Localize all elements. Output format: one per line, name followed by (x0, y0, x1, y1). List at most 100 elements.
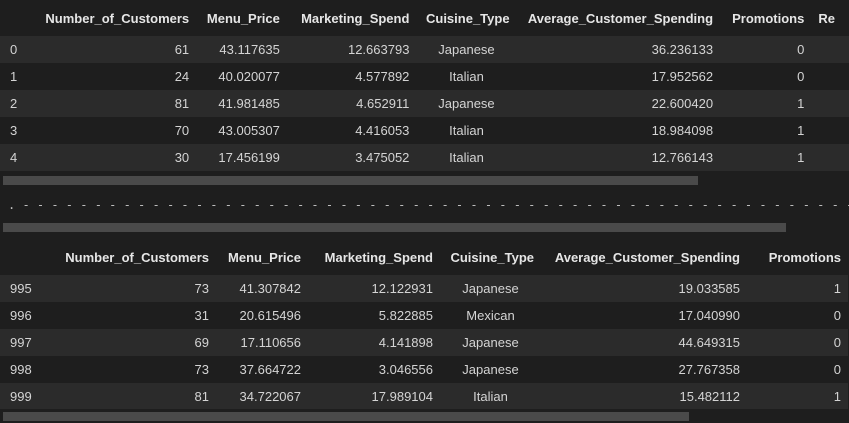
table-cell: 73 (48, 275, 216, 302)
table-cell: 20.615496 (216, 302, 308, 329)
row-index: 998 (0, 356, 48, 383)
table-cell: 70 (30, 117, 197, 144)
table-cell: 0 (747, 302, 848, 329)
table-row: 997 69 17.110656 4.141898 Japanese 44.64… (0, 329, 848, 356)
column-header: Cuisine_Type (425, 10, 510, 26)
column-header: Promotions (732, 10, 805, 26)
table-cell: 69 (48, 329, 216, 356)
column-header: Average_Customer_Spending (554, 249, 740, 265)
table-cell: 0 (747, 356, 848, 383)
table-cell: 44.649315 (541, 329, 747, 356)
table-cell: 41.307842 (216, 275, 308, 302)
table-header-row: Number_of_Customers Menu_Price Marketing… (0, 239, 848, 275)
table-cell: 73 (48, 356, 216, 383)
table-cell: 17.110656 (216, 329, 308, 356)
dataframe-tail-output: Number_of_Customers Menu_Price Marketing… (0, 239, 849, 409)
column-header: Menu_Price (206, 10, 280, 26)
table-cell: 30 (30, 144, 197, 171)
table-row: 2 81 41.981485 4.652911 Japanese 22.6004… (0, 90, 849, 117)
table-cell: 4.141898 (308, 329, 440, 356)
table-cell: 0 (720, 36, 812, 63)
table-cell: Japanese (416, 36, 517, 63)
table-cell: 36.236133 (516, 36, 721, 63)
table-row: 3 70 43.005307 4.416053 Italian 18.98409… (0, 117, 849, 144)
table-cell: 12.766143 (516, 144, 721, 171)
row-index: 1 (0, 63, 31, 90)
table-cell: 4.416053 (286, 117, 417, 144)
table-cell: 17.952562 (516, 63, 721, 90)
table-cell: Mexican (440, 302, 541, 329)
row-index: 2 (0, 90, 31, 117)
table-row: 995 73 41.307842 12.122931 Japanese 19.0… (0, 275, 848, 302)
table-cell: 1 (720, 90, 812, 117)
table-cell: 43.005307 (196, 117, 287, 144)
column-header: Average_Customer_Spending (527, 10, 714, 26)
column-header-index (0, 239, 48, 275)
column-header: Marketing_Spend (301, 10, 410, 26)
table-cell: 5.822885 (308, 302, 440, 329)
table-row: 0 61 43.117635 12.663793 Japanese 36.236… (0, 36, 849, 63)
table-cell: Italian (416, 117, 517, 144)
horizontal-scrollbar-top[interactable] (3, 176, 698, 185)
table-cell: Japanese (416, 90, 517, 117)
row-index: 999 (0, 383, 48, 409)
table-cell (811, 90, 849, 117)
table-cell: 37.664722 (216, 356, 308, 383)
horizontal-scrollbar-middle[interactable] (3, 223, 786, 232)
table-row: 998 73 37.664722 3.046556 Japanese 27.76… (0, 356, 848, 383)
table-cell: 41.981485 (196, 90, 287, 117)
table-row: 996 31 20.615496 5.822885 Mexican 17.040… (0, 302, 848, 329)
dataframe-head-output: Number_of_Customers Menu_Price Marketing… (0, 0, 849, 172)
horizontal-scrollbar-bottom[interactable] (3, 412, 689, 421)
row-index: 0 (0, 36, 31, 63)
table-cell: 12.122931 (308, 275, 440, 302)
table-cell: 0 (747, 329, 848, 356)
table-cell: 40.020077 (196, 63, 287, 90)
table-cell: 18.984098 (516, 117, 721, 144)
row-index: 3 (0, 117, 31, 144)
table-cell: 0 (720, 63, 812, 90)
table-cell: 1 (720, 117, 812, 144)
table-cell: 43.117635 (196, 36, 287, 63)
table-cell: 17.456199 (196, 144, 287, 171)
table-cell: Italian (440, 383, 541, 409)
table-cell: 24 (30, 63, 197, 90)
column-header: Number_of_Customers (45, 10, 190, 26)
table-row: 999 81 34.722067 17.989104 Italian 15.48… (0, 383, 848, 409)
column-header: Cuisine_Type (450, 249, 534, 265)
dataframe-head-table: Number_of_Customers Menu_Price Marketing… (0, 0, 849, 171)
table-cell (811, 144, 849, 171)
table-cell (811, 63, 849, 90)
table-row: 4 30 17.456199 3.475052 Italian 12.76614… (0, 144, 849, 171)
table-row: 1 24 40.020077 4.577892 Italian 17.95256… (0, 63, 849, 90)
column-header: Re (818, 10, 835, 26)
table-cell: 17.040990 (541, 302, 747, 329)
table-cell: Japanese (440, 329, 541, 356)
table-cell: 61 (30, 36, 197, 63)
column-header: Marketing_Spend (324, 249, 433, 265)
table-cell: 1 (747, 383, 848, 409)
column-header-index (0, 0, 31, 36)
column-header: Promotions (768, 249, 841, 265)
table-cell: 3.046556 (308, 356, 440, 383)
table-cell: 19.033585 (541, 275, 747, 302)
table-cell: 81 (48, 383, 216, 409)
table-cell: 4.652911 (286, 90, 417, 117)
table-cell: 81 (30, 90, 197, 117)
output-separator: . - - - - - - - - - - - - - - - - - - - … (8, 198, 849, 212)
table-cell (811, 36, 849, 63)
dataframe-tail-table: Number_of_Customers Menu_Price Marketing… (0, 239, 848, 409)
table-cell: 15.482112 (541, 383, 747, 409)
row-index: 4 (0, 144, 31, 171)
table-cell: 1 (747, 275, 848, 302)
row-index: 995 (0, 275, 48, 302)
row-index: 996 (0, 302, 48, 329)
table-cell (811, 117, 849, 144)
table-cell: 34.722067 (216, 383, 308, 409)
table-cell: Italian (416, 63, 517, 90)
table-cell: 17.989104 (308, 383, 440, 409)
table-header-row: Number_of_Customers Menu_Price Marketing… (0, 0, 849, 36)
table-cell: Italian (416, 144, 517, 171)
table-cell: Japanese (440, 275, 541, 302)
table-cell: Japanese (440, 356, 541, 383)
